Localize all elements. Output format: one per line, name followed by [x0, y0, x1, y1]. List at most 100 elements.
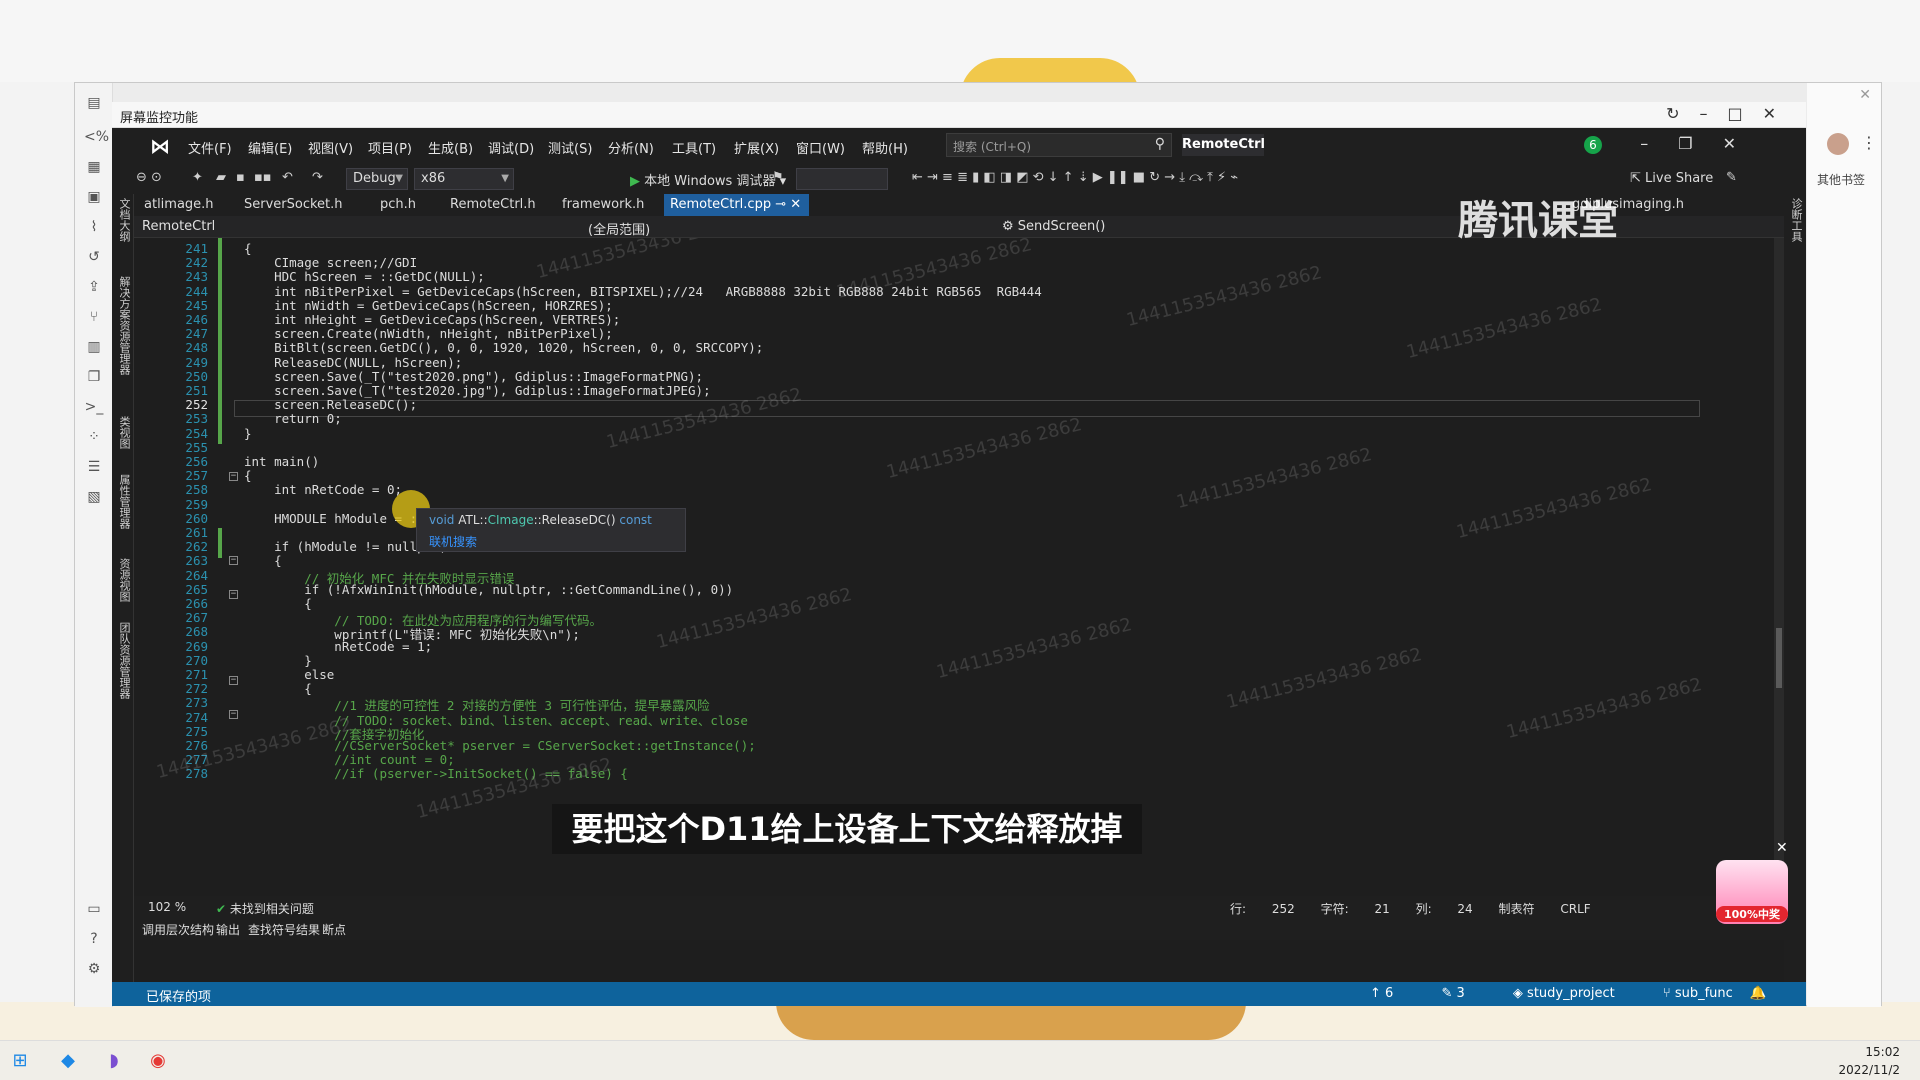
help-icon[interactable]: ? — [84, 929, 104, 949]
code-line[interactable]: 278 //if (pserver->InitSocket() == false… — [134, 766, 1774, 783]
indent-mode[interactable]: 制表符 — [1499, 902, 1535, 916]
menu-edit[interactable]: 编辑(E) — [248, 138, 292, 157]
vertical-scrollbar[interactable] — [1774, 238, 1784, 896]
search-box[interactable]: 搜索 (Ctrl+Q) ⚲ — [946, 133, 1172, 157]
copy-icon[interactable]: ❐ — [84, 367, 104, 387]
tool-solution-explorer[interactable]: 解决方案资源管理器 — [116, 276, 132, 375]
tool-resource-view[interactable]: 资源视图 — [116, 558, 132, 602]
menu-build[interactable]: 生成(B) — [428, 138, 473, 157]
windows-start-icon[interactable]: ⊞ — [8, 1049, 32, 1073]
feedback-icon[interactable]: ✎ — [1726, 170, 1737, 185]
zoom-level[interactable]: 102 % — [148, 900, 186, 914]
menu-test[interactable]: 测试(S) — [548, 138, 592, 157]
edit-count[interactable]: ✎ 3 — [1441, 986, 1486, 1001]
push-count[interactable]: ↑ 6 — [1370, 986, 1415, 1001]
tool-class-view[interactable]: 类视图 — [116, 416, 132, 449]
vs-window-controls[interactable]: –❐✕ — [1640, 134, 1766, 153]
start-debug-button[interactable]: ▶ 本地 Windows 调试器 ▾ — [630, 170, 786, 189]
scroll-thumb[interactable] — [1776, 628, 1782, 688]
save-all-icon[interactable]: ▪▪ — [254, 170, 272, 185]
menu-view[interactable]: 视图(V) — [308, 138, 353, 157]
branch-icon[interactable]: ⑂ — [84, 307, 104, 327]
fold-toggle-icon[interactable]: − — [229, 710, 238, 719]
tab-pch[interactable]: pch.h — [380, 197, 416, 212]
line-ending[interactable]: CRLF — [1560, 902, 1590, 916]
menu-extensions[interactable]: 扩展(X) — [734, 138, 779, 157]
fold-toggle-icon[interactable]: − — [229, 676, 238, 685]
close-icon[interactable]: ✕ — [790, 197, 801, 212]
process-select[interactable] — [796, 168, 888, 190]
tool-team-explorer[interactable]: 团队资源管理器 — [116, 622, 132, 699]
undo-icon[interactable]: ↶ — [282, 170, 293, 185]
save-icon[interactable]: ▪ — [236, 170, 245, 185]
open-icon[interactable]: ▰ — [216, 170, 226, 185]
tab-remotectrl-cpp[interactable]: RemoteCtrl.cpp ⊸ ✕ — [664, 194, 810, 216]
tool-document-outline[interactable]: 文档大纲 — [116, 198, 132, 242]
tool-property-manager[interactable]: 属性管理器 — [116, 474, 132, 529]
menu-project[interactable]: 项目(P) — [368, 138, 412, 157]
nav-project-dropdown[interactable]: RemoteCtrl — [142, 219, 215, 234]
new-project-icon[interactable]: ✦ — [192, 170, 203, 185]
layout-icon[interactable]: ▧ — [84, 487, 104, 507]
outer-window-controls[interactable]: ✕ — [1859, 87, 1871, 103]
live-share-button[interactable]: ⇱ Live Share — [1630, 171, 1713, 186]
tab-atlimage[interactable]: atlimage.h — [144, 197, 214, 212]
menu-window[interactable]: 窗口(W) — [796, 138, 845, 157]
vs-app-icon[interactable]: ◗ — [102, 1049, 126, 1073]
tab-breakpoints[interactable]: 断点 — [322, 921, 346, 938]
chrome-app-icon[interactable]: ◉ — [146, 1049, 170, 1073]
repo-name[interactable]: ◈ study_project — [1513, 986, 1637, 1001]
panel-icon[interactable]: ▤ — [84, 93, 104, 113]
tab-serversocket[interactable]: ServerSocket.h — [244, 197, 343, 212]
list-icon[interactable]: ☰ — [84, 457, 104, 477]
redo-icon[interactable]: ↷ — [312, 170, 323, 185]
pin-icon[interactable]: ⊸ — [775, 197, 790, 212]
settings-icon[interactable]: ⚙ — [84, 959, 104, 979]
tool-diagnostics[interactable]: 诊断工具 — [1788, 198, 1804, 242]
apps-icon[interactable]: ⁘ — [84, 427, 104, 447]
refresh-icon[interactable]: ↺ — [84, 247, 104, 267]
image-icon[interactable]: ▣ — [84, 187, 104, 207]
online-search-link[interactable]: 联机搜索 — [429, 533, 477, 550]
calendar-icon[interactable]: ▥ — [84, 337, 104, 357]
toolbar-icons-group[interactable]: ⇤ ⇥ ≡ ≣ ▮ ◧ ◨ ◩ ⟲ ↓ ↑ ⇣ ▶ ❚❚ ■ ↻ → ⤓ ⤼ ⤒… — [912, 170, 1238, 185]
notification-badge[interactable]: 6 — [1584, 136, 1602, 154]
config-select[interactable]: Debug ▼ — [346, 168, 408, 190]
back-icon[interactable]: ⊖ ⊙ — [136, 170, 162, 185]
more-icon[interactable]: ⋮ — [1861, 133, 1877, 152]
export-icon[interactable]: ⇪ — [84, 277, 104, 297]
screen-window-controls[interactable]: ↻–□✕ — [1666, 104, 1796, 123]
table-icon[interactable]: ▦ — [84, 157, 104, 177]
tab-call-hierarchy[interactable]: 调用层次结构 — [142, 921, 214, 938]
code-text: nRetCode = 1; — [244, 638, 433, 654]
attach-process-icon[interactable]: ⚑ — [772, 170, 784, 185]
tencent-classroom-app-icon[interactable]: ◆ — [56, 1049, 80, 1073]
promo-badge[interactable]: 100%中奖 — [1716, 860, 1788, 924]
issues-indicator[interactable]: ✔ 未找到相关问题 — [216, 900, 314, 917]
attach-icon[interactable]: ⌇ — [84, 217, 104, 237]
fold-toggle-icon[interactable]: − — [229, 590, 238, 599]
menu-tools[interactable]: 工具(T) — [672, 138, 716, 157]
platform-select[interactable]: x86 ▼ — [414, 168, 514, 190]
code-editor[interactable]: 241 {242 CImage screen;//GDI 243 HDC hScre… — [134, 238, 1784, 896]
code-icon[interactable]: <% — [84, 127, 109, 147]
screen-icon[interactable]: ▭ — [84, 899, 104, 919]
nav-member-dropdown[interactable]: ⚙ SendScreen() — [1002, 219, 1105, 234]
nav-scope-dropdown[interactable]: (全局范围) — [588, 219, 650, 238]
menu-debug[interactable]: 调试(D) — [488, 138, 534, 157]
menu-file[interactable]: 文件(F) — [188, 138, 232, 157]
avatar[interactable] — [1827, 133, 1849, 155]
tab-output[interactable]: 输出 — [216, 921, 240, 938]
fold-toggle-icon[interactable]: − — [229, 556, 238, 565]
notification-bell-icon[interactable]: 🔔 — [1750, 986, 1766, 1001]
tab-framework[interactable]: framework.h — [562, 197, 644, 212]
system-clock[interactable]: 15:02 2022/11/2 — [1838, 1043, 1900, 1079]
fold-toggle-icon[interactable]: − — [229, 472, 238, 481]
tab-find-symbol-results[interactable]: 查找符号结果 — [248, 921, 320, 938]
menu-analyze[interactable]: 分析(N) — [608, 138, 654, 157]
other-bookmarks[interactable]: 其他书签 — [1817, 171, 1865, 188]
terminal-icon[interactable]: >_ — [84, 397, 104, 417]
menu-help[interactable]: 帮助(H) — [862, 138, 908, 157]
tab-remotectrl-h[interactable]: RemoteCtrl.h — [450, 197, 536, 212]
promo-close-icon[interactable]: ✕ — [1776, 840, 1788, 856]
